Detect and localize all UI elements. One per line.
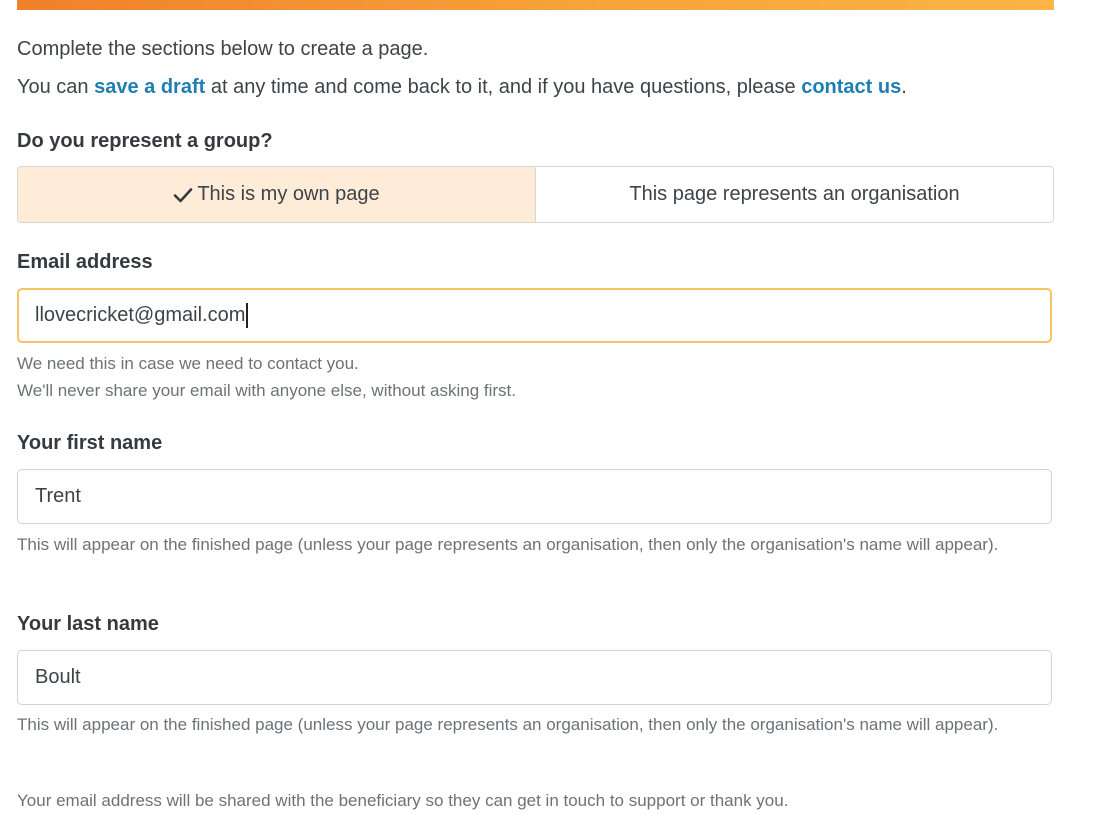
intro-text: Complete the sections below to create a … (17, 38, 429, 60)
first-name-field[interactable]: Trent (17, 469, 1052, 524)
email-label: Email address (17, 251, 153, 273)
intro-middle: at any time and come back to it, and if … (205, 76, 802, 98)
own-page-option[interactable]: This is my own page (18, 167, 535, 222)
last-name-label: Your last name (17, 613, 159, 635)
last-name-help: This will appear on the finished page (u… (17, 715, 999, 734)
group-question-label: Do you represent a group? (17, 130, 273, 152)
group-selector: This is my own page This page represents… (17, 166, 1054, 223)
email-help: We need this in case we need to contact … (17, 350, 1047, 404)
email-field[interactable]: llovecricket@gmail.com (17, 288, 1052, 343)
intro-draft-contact-text: You can save a draft at any time and com… (17, 74, 907, 100)
email-help-line-2: We'll never share your email with anyone… (17, 381, 516, 400)
first-name-help: This will appear on the finished page (u… (17, 535, 999, 554)
top-accent-bar (17, 0, 1054, 10)
save-draft-link[interactable]: save a draft (94, 76, 205, 98)
organisation-option[interactable]: This page represents an organisation (535, 167, 1053, 222)
email-help-line-1: We need this in case we need to contact … (17, 354, 359, 373)
last-name-field[interactable]: Boult (17, 650, 1052, 705)
first-name-label: Your first name (17, 432, 163, 454)
own-page-option-label: This is my own page (197, 183, 380, 205)
contact-us-link[interactable]: contact us (801, 76, 901, 98)
organisation-option-label: This page represents an organisation (629, 183, 960, 205)
email-value: llovecricket@gmail.com (35, 304, 246, 326)
intro-prefix: You can (17, 76, 95, 98)
text-caret (246, 303, 248, 328)
first-name-value: Trent (35, 485, 81, 507)
check-icon (173, 185, 193, 205)
intro-suffix: . (901, 76, 907, 98)
email-sharing-note: Your email address will be shared with t… (17, 791, 789, 810)
last-name-value: Boult (35, 666, 81, 688)
